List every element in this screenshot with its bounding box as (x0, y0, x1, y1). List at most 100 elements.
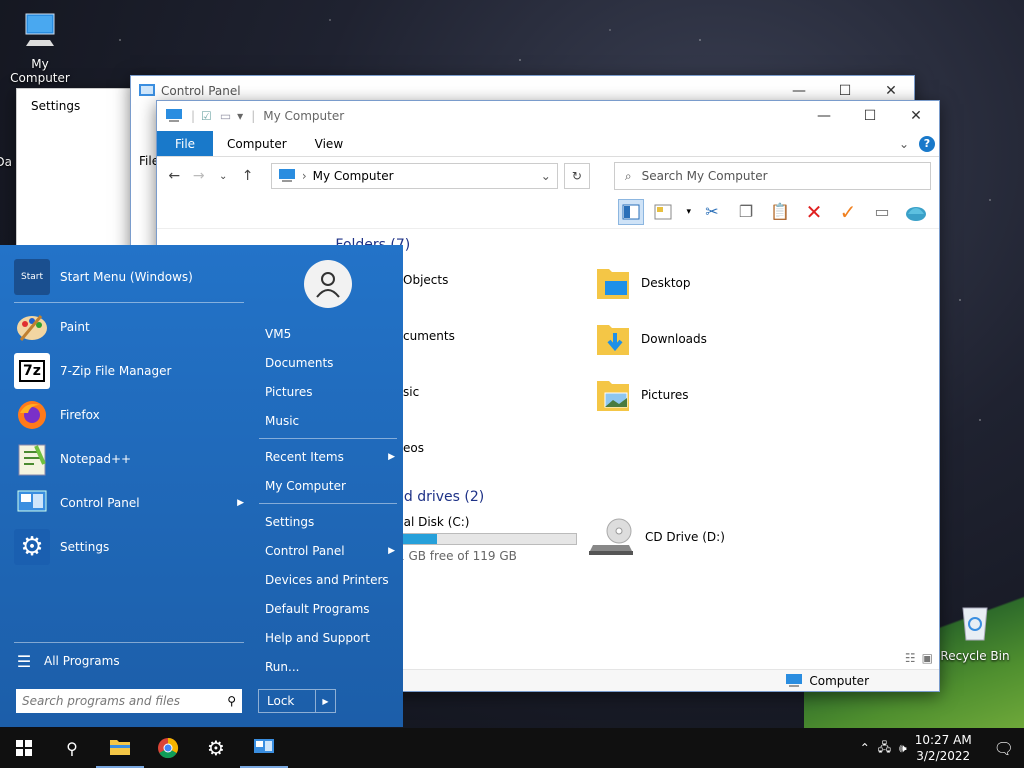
view-dropdown-icon[interactable]: ▾ (686, 207, 691, 217)
start-menu-item-firefox[interactable]: Firefox (14, 395, 244, 435)
up-arrow-icon[interactable]: ↑ (238, 168, 256, 184)
taskbar-chrome[interactable] (144, 728, 192, 768)
taskbar-file-explorer[interactable] (96, 728, 144, 768)
refresh-button[interactable]: ↻ (563, 163, 590, 189)
rename-icon[interactable]: ▭ (869, 199, 895, 225)
start-menu-item-7zip[interactable]: 7z 7-Zip File Manager (14, 351, 244, 391)
start-menu-link-pictures[interactable]: Pictures (265, 385, 395, 399)
tab-view[interactable]: View (301, 131, 357, 156)
breadcrumb-chevron-icon[interactable]: › (302, 169, 307, 183)
close-button[interactable]: ✕ (893, 101, 939, 131)
search-button[interactable]: ⚲ (48, 728, 96, 768)
delete-icon[interactable]: ✕ (801, 199, 827, 225)
folder-documents[interactable]: cuments (403, 329, 455, 343)
gear-icon: ⚙ (207, 736, 225, 760)
start-menu-item-start-menu-windows[interactable]: Start Start Menu (Windows) (14, 257, 244, 297)
ribbon-expand-icon[interactable]: ⌄ (899, 137, 909, 151)
preview-pane-icon[interactable] (618, 198, 645, 225)
start-menu-icon: Start (14, 259, 50, 295)
cut-icon[interactable]: ✂ (699, 199, 725, 225)
back-arrow-icon[interactable]: ← (165, 168, 183, 184)
copy-icon[interactable]: ❐ (733, 199, 759, 225)
all-programs-button[interactable]: ☰ All Programs (14, 641, 244, 681)
computer-icon (786, 673, 803, 687)
search-icon: ⚲ (227, 694, 236, 708)
taskbar-settings[interactable]: ⚙ (192, 728, 240, 768)
start-menu-right-pane: VM5 Documents Pictures Music Recent Item… (255, 245, 403, 727)
folder-videos[interactable]: eos (403, 441, 424, 455)
lock-options-arrow-icon[interactable]: ▶ (315, 690, 335, 712)
checkmark-icon[interactable]: ✓ (835, 199, 861, 225)
taskbar-control-panel[interactable] (240, 728, 288, 768)
search-input[interactable]: ⌕ Search My Computer (613, 162, 932, 190)
control-panel-icon (254, 739, 274, 753)
control-panel-icon (14, 485, 50, 521)
recent-locations-chevron-icon[interactable]: ⌄ (214, 171, 232, 182)
desktop-icon-my-computer[interactable]: My Computer (0, 10, 80, 85)
show-hidden-icons-icon[interactable]: ⌃ (860, 741, 870, 755)
desktop-icon-label: Recycle Bin (940, 649, 1010, 663)
start-menu-link-help-support[interactable]: Help and Support (265, 631, 395, 645)
volume-icon[interactable]: 🕪 (899, 741, 907, 756)
folder-3d-objects[interactable]: Objects (403, 273, 448, 287)
forward-arrow-icon[interactable]: → (189, 168, 207, 184)
lock-button[interactable]: Lock ▶ (258, 689, 336, 713)
properties-quick-icon[interactable]: ☑ (201, 109, 212, 123)
address-dropdown-icon[interactable]: ⌄ (541, 169, 551, 183)
start-menu-item-control-panel[interactable]: Control Panel ▶ (14, 483, 244, 523)
address-bar[interactable]: › My Computer ⌄ (270, 163, 558, 189)
folder-desktop[interactable]: Desktop (595, 265, 691, 301)
quick-access-dropdown-icon[interactable]: ▾ (237, 109, 243, 123)
user-avatar[interactable] (304, 260, 352, 308)
windows-logo-icon (16, 740, 32, 756)
start-menu-search-input[interactable]: Search programs and files ⚲ (16, 689, 242, 713)
view-options-icon[interactable] (652, 199, 678, 225)
tab-computer[interactable]: Computer (213, 131, 301, 156)
downloads-folder-icon (597, 325, 629, 355)
new-folder-quick-icon[interactable]: ▭ (220, 109, 231, 123)
search-icon: ⌕ (624, 168, 632, 183)
start-menu-item-settings[interactable]: ⚙ Settings (14, 527, 244, 567)
details-view-icon[interactable]: ☷ (905, 651, 916, 665)
separator: | (251, 109, 256, 123)
start-menu-item-notepadpp[interactable]: Notepad++ (14, 439, 244, 479)
start-menu-link-my-computer[interactable]: My Computer (265, 479, 395, 493)
start-button[interactable] (0, 728, 48, 768)
start-menu-link-recent-items[interactable]: Recent Items ▶ (265, 450, 395, 464)
start-menu-link-documents[interactable]: Documents (265, 356, 395, 370)
folder-music[interactable]: sic (403, 385, 419, 399)
start-menu-link-control-panel[interactable]: Control Panel ▶ (265, 544, 395, 558)
folder-pictures[interactable]: Pictures (595, 377, 689, 413)
submenu-arrow-icon: ▶ (388, 546, 395, 556)
help-icon[interactable]: ? (919, 135, 935, 152)
drive-local-disk[interactable]: cal Disk (C:) 1 GB free of 119 GB (397, 515, 577, 563)
tab-file[interactable]: File (157, 131, 213, 156)
large-icons-view-icon[interactable]: ▣ (922, 651, 933, 665)
clock[interactable]: 10:27 AM 3/2/2022 (915, 732, 972, 764)
shell-icon[interactable] (903, 199, 929, 225)
network-icon[interactable]: 🖧 (878, 738, 891, 759)
start-menu-link-music[interactable]: Music (265, 414, 395, 428)
desktop-icon-partial[interactable]: Da (0, 155, 12, 169)
start-menu-link-run[interactable]: Run... (265, 660, 395, 674)
explorer-titlebar[interactable]: | ☑ ▭ ▾ | My Computer — ☐ ✕ (157, 101, 939, 131)
address-text: My Computer (312, 169, 394, 183)
control-panel-title: Control Panel (161, 84, 241, 98)
start-menu[interactable]: Start Start Menu (Windows) Paint 7z 7-Zi… (0, 245, 403, 727)
start-menu-item-paint[interactable]: Paint (14, 307, 244, 347)
drive-cd[interactable]: CD Drive (D:) (589, 517, 725, 557)
start-menu-link-settings[interactable]: Settings (265, 515, 395, 529)
search-icon: ⚲ (66, 738, 78, 758)
start-menu-link-vm5[interactable]: VM5 (265, 327, 395, 341)
folder-downloads[interactable]: Downloads (595, 321, 707, 357)
paste-icon[interactable]: 📋 (767, 199, 793, 225)
folder-icon (110, 740, 130, 755)
submenu-arrow-icon: ▶ (237, 498, 244, 508)
disk-usage-bar (397, 533, 577, 545)
start-menu-link-default-programs[interactable]: Default Programs (265, 602, 395, 616)
minimize-button[interactable]: — (801, 101, 847, 131)
notifications-icon[interactable]: 🗨 (994, 739, 1014, 758)
start-menu-link-devices-printers[interactable]: Devices and Printers (265, 573, 395, 587)
desktop-icon-recycle-bin[interactable]: Recycle Bin (935, 602, 1015, 663)
maximize-button[interactable]: ☐ (847, 101, 893, 131)
